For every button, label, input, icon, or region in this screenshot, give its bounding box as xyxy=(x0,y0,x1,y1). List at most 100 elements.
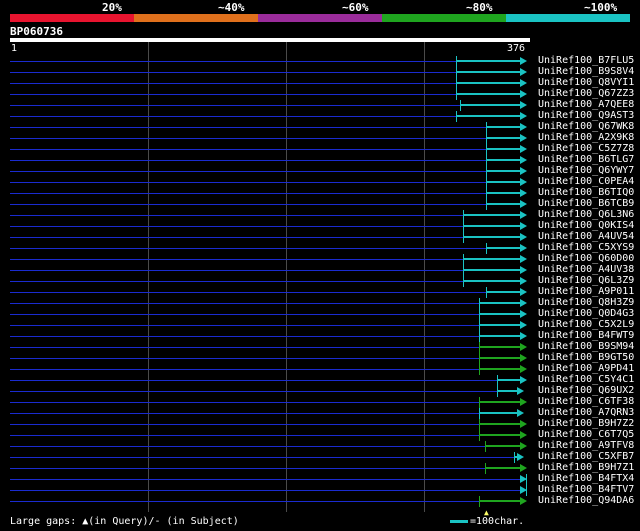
hit-bar[interactable] xyxy=(486,203,520,205)
hit-bar[interactable] xyxy=(486,181,520,183)
hit-label[interactable]: UniRef100_A2X9K8 xyxy=(538,132,634,143)
hit-bar[interactable] xyxy=(462,236,520,238)
hit-bar[interactable] xyxy=(479,346,520,348)
hit-label[interactable]: UniRef100_Q6L3N6 xyxy=(538,209,634,220)
hit-arrow-icon xyxy=(520,299,527,307)
hit-bar[interactable] xyxy=(479,500,520,502)
legend-swatch xyxy=(10,14,134,22)
hit-label[interactable]: UniRef100_B7FLU5 xyxy=(538,55,634,66)
hit-arrow-icon xyxy=(520,255,527,263)
hit-label[interactable]: UniRef100_Q6YWY7 xyxy=(538,165,634,176)
hit-label[interactable]: UniRef100_Q8VYI1 xyxy=(538,77,634,88)
hit-bar[interactable] xyxy=(455,82,520,84)
hit-arrow-icon xyxy=(520,211,527,219)
hit-label[interactable]: UniRef100_C5Z7Z8 xyxy=(538,143,634,154)
hit-bar[interactable] xyxy=(486,137,520,139)
hit-bar[interactable] xyxy=(486,291,520,293)
hit-arrow-icon xyxy=(520,178,527,186)
hit-bar[interactable] xyxy=(497,379,520,381)
hit-label[interactable]: UniRef100_C5XYS9 xyxy=(538,242,634,253)
hit-label[interactable]: UniRef100_Q0D4G3 xyxy=(538,308,634,319)
hit-bar[interactable] xyxy=(479,313,520,315)
hit-bar[interactable] xyxy=(479,423,520,425)
hit-label[interactable]: UniRef100_A7QRN3 xyxy=(538,407,634,418)
hit-bar[interactable] xyxy=(479,412,518,414)
hit-arrow-icon xyxy=(520,376,527,384)
hit-label[interactable]: UniRef100_B6TIQ0 xyxy=(538,187,634,198)
hit-label[interactable]: UniRef100_B9H7Z2 xyxy=(538,418,634,429)
hit-label[interactable]: UniRef100_C5X2L9 xyxy=(538,319,634,330)
hit-track xyxy=(10,248,487,249)
hit-label[interactable]: UniRef100_A7QEE8 xyxy=(538,99,634,110)
hit-label[interactable]: UniRef100_A4UV54 xyxy=(538,231,634,242)
hit-label[interactable]: UniRef100_Q60D00 xyxy=(538,253,634,264)
hit-label[interactable]: UniRef100_Q8H3Z9 xyxy=(538,297,634,308)
hit-bar[interactable] xyxy=(462,280,520,282)
hit-bar[interactable] xyxy=(486,170,520,172)
hit-label[interactable]: UniRef100_A9TFV8 xyxy=(538,440,634,451)
hit-label[interactable]: UniRef100_A9P011 xyxy=(538,286,634,297)
hit-label[interactable]: UniRef100_Q6L3Z9 xyxy=(538,275,634,286)
hit-bar[interactable] xyxy=(462,269,520,271)
hit-label[interactable]: UniRef100_B6TCB9 xyxy=(538,198,634,209)
hit-bar[interactable] xyxy=(479,335,520,337)
hit-bar[interactable] xyxy=(462,214,520,216)
hit-bar[interactable] xyxy=(455,93,520,95)
hit-bar[interactable] xyxy=(479,302,520,304)
hit-label[interactable]: UniRef100_B9SM94 xyxy=(538,341,634,352)
hit-bar[interactable] xyxy=(486,148,520,150)
hit-bar[interactable] xyxy=(479,434,520,436)
hit-arrow-icon xyxy=(517,387,525,395)
hit-track xyxy=(10,281,463,282)
hit-track xyxy=(10,402,480,403)
hit-label[interactable]: UniRef100_A4UV38 xyxy=(538,264,634,275)
hit-label[interactable]: UniRef100_B6TLG7 xyxy=(538,154,634,165)
hit-label[interactable]: UniRef100_C6TF38 xyxy=(538,396,634,407)
hit-label[interactable]: UniRef100_Q67WK8 xyxy=(538,121,634,132)
hit-label[interactable]: UniRef100_Q69UX2 xyxy=(538,385,634,396)
ruler-end: 376 xyxy=(507,43,526,54)
hit-arrow-icon xyxy=(520,354,527,362)
hit-label[interactable]: UniRef100_B9GT50 xyxy=(538,352,634,363)
hit-arrow-icon xyxy=(520,343,527,351)
hit-bar[interactable] xyxy=(479,324,520,326)
hit-track xyxy=(10,358,480,359)
hit-label[interactable]: UniRef100_C0PEA4 xyxy=(538,176,634,187)
hit-label[interactable]: UniRef100_C6T7Q5 xyxy=(538,429,634,440)
hit-arrow-icon xyxy=(520,464,527,472)
hit-bar[interactable] xyxy=(455,71,520,73)
hit-label[interactable]: UniRef100_B9H7Z1 xyxy=(538,462,634,473)
hit-label[interactable]: UniRef100_B4FWT9 xyxy=(538,330,634,341)
hit-label[interactable]: UniRef100_B9S8V4 xyxy=(538,66,634,77)
legend-swatch xyxy=(134,14,258,22)
hit-label[interactable]: UniRef100_Q94DA6 xyxy=(538,495,634,506)
hit-row[interactable]: UniRef100_Q94DA6 xyxy=(0,495,640,507)
hit-label[interactable]: UniRef100_B4FTX4 xyxy=(538,473,634,484)
hit-track xyxy=(10,215,463,216)
hit-bar[interactable] xyxy=(486,192,520,194)
hit-bar[interactable] xyxy=(462,258,520,260)
hit-bar[interactable] xyxy=(479,368,520,370)
hit-bar[interactable] xyxy=(462,225,520,227)
hit-bar[interactable] xyxy=(459,104,520,106)
hit-label[interactable]: UniRef100_Q0KIS4 xyxy=(538,220,634,231)
hit-bar[interactable] xyxy=(484,467,520,469)
scale-text: =100char. xyxy=(470,516,525,527)
hit-track xyxy=(10,303,480,304)
hit-label[interactable]: UniRef100_A9PD41 xyxy=(538,363,634,374)
hit-bar[interactable] xyxy=(455,60,520,62)
hit-bar[interactable] xyxy=(486,247,520,249)
hit-bar[interactable] xyxy=(479,401,520,403)
hit-label[interactable]: UniRef100_B4FTV7 xyxy=(538,484,634,495)
hit-bar[interactable] xyxy=(486,126,520,128)
hit-bar[interactable] xyxy=(484,445,520,447)
hit-bar[interactable] xyxy=(455,115,520,117)
hit-arrow-icon xyxy=(520,486,527,494)
hit-label[interactable]: UniRef100_Q9AST3 xyxy=(538,110,634,121)
hit-bar[interactable] xyxy=(497,390,518,392)
hit-label[interactable]: UniRef100_C5Y4C1 xyxy=(538,374,634,385)
hit-bar[interactable] xyxy=(479,357,520,359)
hit-label[interactable]: UniRef100_Q67ZZ3 xyxy=(538,88,634,99)
hit-label[interactable]: UniRef100_C5XFB7 xyxy=(538,451,634,462)
hit-bar[interactable] xyxy=(486,159,520,161)
